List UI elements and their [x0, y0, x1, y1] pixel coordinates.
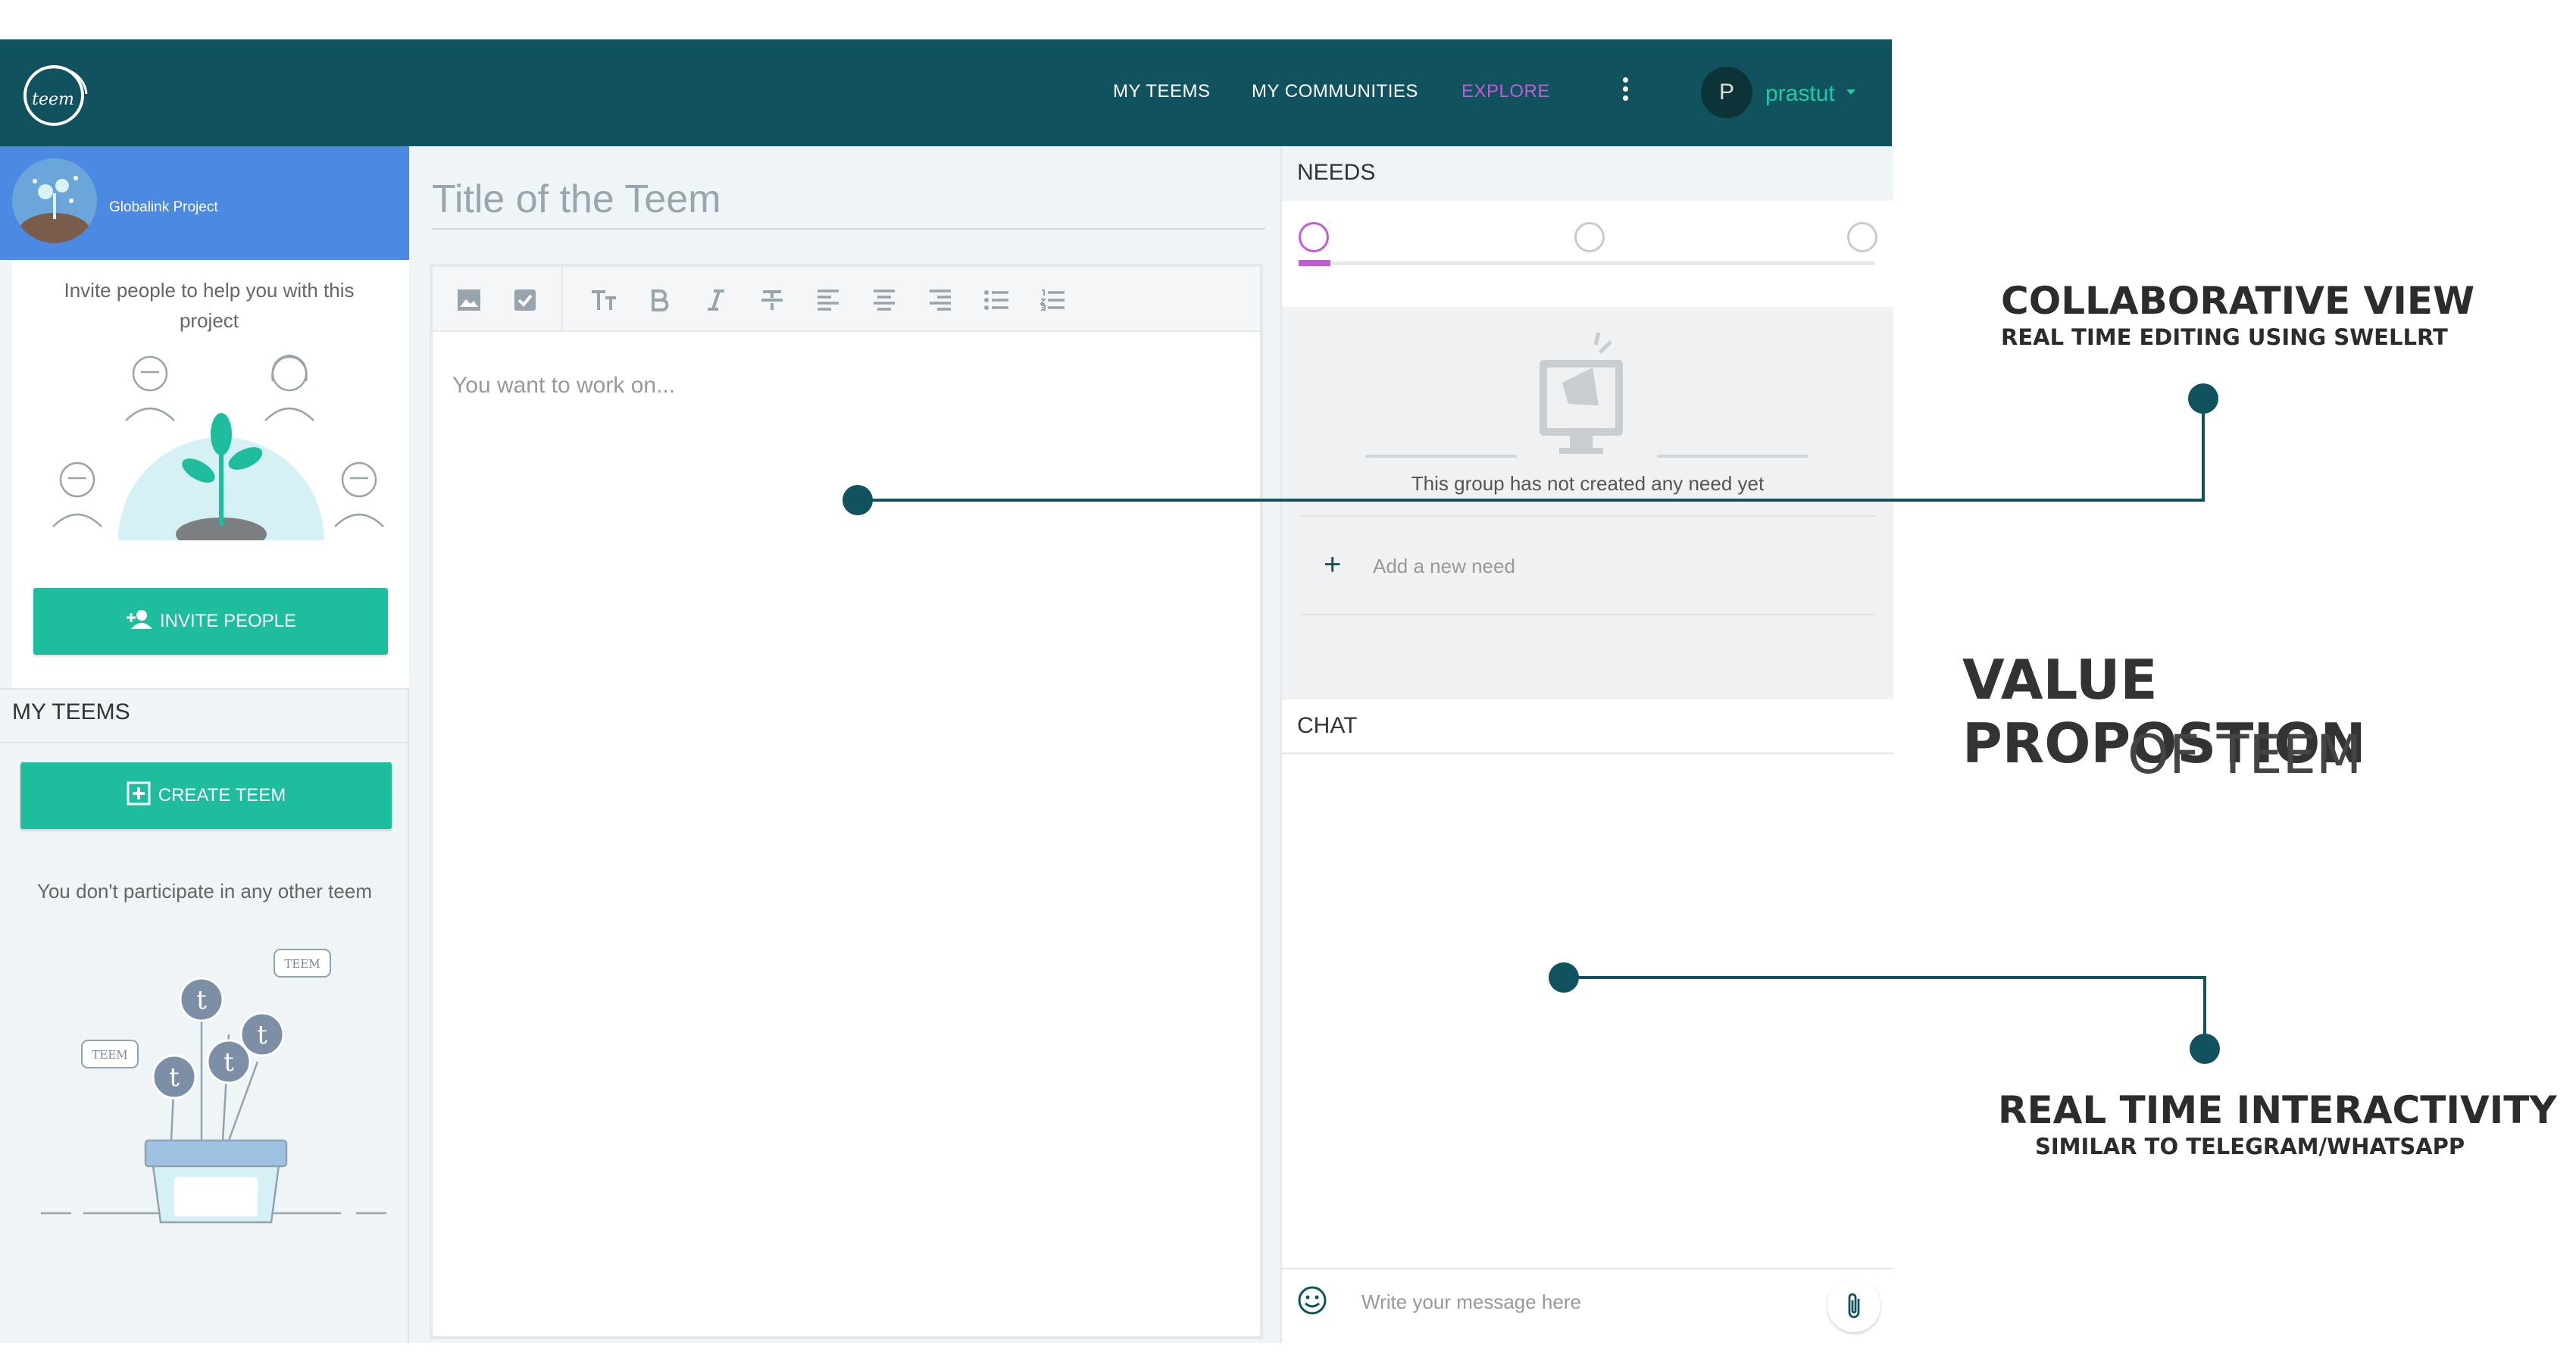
numbered-list-icon[interactable] — [1039, 286, 1066, 314]
top-navbar: teem MY TEEMS MY COMMUNITIES EXPLORE P p… — [0, 39, 1892, 146]
real-time-interactivity-subtitle: SIMILAR TO TELEGRAM/WHATSAPP — [2035, 1134, 2465, 1159]
divider — [1282, 752, 1893, 754]
invite-people-illustration — [52, 354, 384, 540]
divider — [1282, 1268, 1893, 1269]
user-name-dropdown[interactable]: prastut — [1765, 81, 1835, 107]
connector-dot — [2190, 1034, 2220, 1064]
create-teem-label: CREATE TEEM — [158, 785, 286, 806]
svg-text:t: t — [224, 1047, 234, 1078]
nav-explore[interactable]: EXPLORE — [1462, 81, 1550, 102]
megaphone-monitor-icon — [1540, 332, 1623, 454]
needs-empty-message: This group has not created any need yet — [1411, 472, 1765, 495]
value-proposition-subtitle: OF TEEM — [2127, 724, 2362, 786]
my-teems-heading: MY TEEMS — [12, 699, 130, 724]
collaborative-view-title: COLLABORATIVE VIEW — [2001, 279, 2475, 323]
divider — [1301, 614, 1877, 615]
teem-plant-illustration: tttt TEEM TEEM — [41, 949, 386, 1224]
add-need-input[interactable]: Add a new need — [1373, 555, 1515, 578]
invite-card: Invite people to help you with this proj… — [12, 260, 409, 688]
bold-icon[interactable] — [646, 286, 674, 314]
toolbar-separator — [561, 267, 563, 332]
real-time-interactivity-title: REAL TIME INTERACTIVITY — [1998, 1088, 2557, 1132]
project-name: Globalink Project — [109, 199, 218, 215]
teem-title-input[interactable]: Title of the Teem — [432, 177, 1265, 230]
logo-text: teem — [32, 90, 74, 109]
caret-down-icon[interactable] — [1846, 89, 1855, 95]
divider — [0, 688, 409, 690]
nav-my-teems[interactable]: MY TEEMS — [1113, 81, 1210, 102]
editor-box: You want to work on... — [430, 264, 1263, 1339]
add-need-plus-icon[interactable]: + — [1324, 548, 1341, 582]
needs-tab-indicator — [1299, 260, 1330, 266]
needs-body: This group has not created any need yet … — [1282, 307, 1893, 699]
teem-app-window: teem MY TEEMS MY COMMUNITIES EXPLORE P p… — [0, 39, 1893, 1343]
chat-heading: CHAT — [1297, 713, 1358, 738]
right-panel: NEEDS This group has not created any nee… — [1280, 146, 1893, 1343]
project-avatar — [12, 158, 97, 243]
no-teem-message: You don't participate in any other teem — [37, 880, 372, 903]
sad-face-icon[interactable] — [1299, 222, 1329, 252]
create-teem-icon — [127, 781, 151, 811]
needs-heading: NEEDS — [1297, 160, 1376, 185]
happy-face-icon[interactable] — [1847, 222, 1877, 252]
needs-tab-track — [1299, 261, 1874, 265]
divider — [1301, 515, 1877, 517]
collaborative-view-subtitle: REAL TIME EDITING USING SWELLRT — [2001, 324, 2448, 350]
teem-logo[interactable]: teem — [18, 59, 92, 127]
needs-header: NEEDS — [1282, 146, 1893, 201]
invite-people-label: INVITE PEOPLE — [159, 611, 297, 631]
nav-my-communities[interactable]: MY COMMUNITIES — [1252, 81, 1418, 102]
invite-description: Invite people to help you with this proj… — [64, 279, 355, 332]
align-right-icon[interactable] — [927, 286, 954, 314]
bubble-label: TEEM — [92, 1048, 127, 1062]
empty-line — [1365, 455, 1517, 458]
more-menu-icon[interactable] — [1621, 77, 1629, 106]
bullet-list-icon[interactable] — [983, 286, 1010, 314]
add-person-icon — [125, 609, 152, 634]
bubble-label: TEEM — [284, 957, 320, 971]
italic-icon[interactable] — [702, 286, 730, 314]
connector-dot — [2188, 383, 2218, 414]
text-size-icon[interactable] — [590, 286, 617, 314]
svg-text:t: t — [169, 1062, 180, 1093]
divider — [0, 742, 409, 743]
emoji-icon[interactable] — [1297, 1285, 1327, 1316]
chat-message-input[interactable]: Write your message here — [1361, 1290, 1581, 1314]
strikethrough-icon[interactable] — [758, 286, 786, 314]
svg-text:t: t — [257, 1020, 267, 1050]
project-plant-icon — [12, 158, 97, 243]
editor-panel: Title of the Teem You want to work on... — [409, 146, 1280, 1343]
checkbox-icon[interactable] — [511, 286, 539, 314]
user-avatar[interactable]: P — [1701, 67, 1752, 118]
paperclip-icon — [1848, 1293, 1860, 1319]
align-center-icon[interactable] — [871, 286, 898, 314]
neutral-face-icon[interactable] — [1574, 222, 1605, 252]
left-sidebar: Globalink Project Invite people to help … — [0, 146, 409, 1343]
align-left-icon[interactable] — [814, 286, 842, 314]
image-icon[interactable] — [455, 286, 483, 314]
editor-toolbar — [433, 267, 1260, 332]
attach-button[interactable] — [1827, 1279, 1880, 1332]
invite-people-button[interactable]: INVITE PEOPLE — [33, 588, 388, 655]
create-teem-button[interactable]: CREATE TEEM — [20, 762, 392, 829]
editor-body-input[interactable]: You want to work on... — [452, 373, 675, 399]
empty-line — [1657, 455, 1809, 458]
project-header[interactable]: Globalink Project — [0, 146, 409, 260]
svg-text:t: t — [196, 985, 207, 1015]
